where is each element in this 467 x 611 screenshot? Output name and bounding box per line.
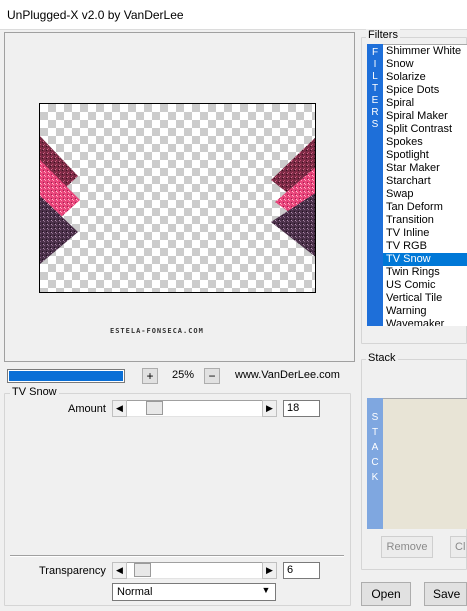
preview-canvas[interactable] xyxy=(39,103,316,293)
filter-item[interactable]: Spiral Maker xyxy=(383,110,467,123)
filter-item[interactable]: Warning xyxy=(383,305,467,318)
tab-letter: S xyxy=(371,412,379,423)
transparency-increase-arrow-icon[interactable]: ▶ xyxy=(262,562,277,579)
amount-label: Amount xyxy=(68,403,106,415)
remove-button[interactable]: Remove xyxy=(381,536,433,558)
blend-mode-value: Normal xyxy=(117,586,153,598)
website-link[interactable]: www.VanDerLee.com xyxy=(235,369,340,381)
tab-letter: K xyxy=(371,472,379,483)
transparency-slider[interactable]: ◀ ▶ xyxy=(112,562,277,579)
stack-tab[interactable]: STACK xyxy=(367,398,383,529)
amount-slider-thumb[interactable] xyxy=(145,401,163,415)
filter-item[interactable]: Starchart xyxy=(383,175,467,188)
amount-slider[interactable]: ◀ ▶ xyxy=(112,400,277,417)
filter-item[interactable]: Wavemaker xyxy=(383,318,467,326)
divider xyxy=(10,555,344,557)
tab-letter: E xyxy=(371,95,379,106)
filters-title: Filters xyxy=(366,29,400,41)
filter-item[interactable]: Vertical Tile xyxy=(383,292,467,305)
tab-letter: T xyxy=(371,427,379,438)
open-button[interactable]: Open xyxy=(361,582,411,606)
tab-letter: I xyxy=(373,59,377,70)
amount-decrease-arrow-icon[interactable]: ◀ xyxy=(112,400,127,417)
filter-item[interactable]: Tan Deform xyxy=(383,201,467,214)
tab-letter: A xyxy=(371,442,379,453)
filter-item[interactable]: Transition xyxy=(383,214,467,227)
transparency-decrease-arrow-icon[interactable]: ◀ xyxy=(112,562,127,579)
amount-increase-arrow-icon[interactable]: ▶ xyxy=(262,400,277,417)
filter-item[interactable]: Swap xyxy=(383,188,467,201)
chevron-down-icon[interactable]: ▼ xyxy=(259,585,273,595)
transparency-label: Transparency xyxy=(39,565,106,577)
credit-text: ESTELA-FONSECA.COM xyxy=(110,327,204,335)
zoom-in-button[interactable]: + xyxy=(142,368,158,384)
filter-item[interactable]: Spiral xyxy=(383,97,467,110)
zoom-value: 25% xyxy=(171,369,195,381)
preview-artwork xyxy=(40,136,315,264)
filter-item[interactable]: Shimmer White xyxy=(383,45,467,58)
title-bar: UnPlugged-X v2.0 by VanDerLee xyxy=(0,0,467,30)
tab-letter: T xyxy=(371,83,379,94)
tab-letter: F xyxy=(371,47,379,58)
effect-name: TV Snow xyxy=(10,386,59,398)
amount-input[interactable]: 18 xyxy=(283,400,320,417)
clear-button[interactable]: Cl xyxy=(450,536,467,558)
filter-item[interactable]: TV Inline xyxy=(383,227,467,240)
stack-title: Stack xyxy=(366,352,398,364)
transparency-input[interactable]: 6 xyxy=(283,562,320,579)
transparency-slider-thumb[interactable] xyxy=(134,563,152,577)
save-button[interactable]: Save xyxy=(424,582,467,606)
stack-tab-letters: STACK xyxy=(367,410,383,485)
filters-list[interactable]: Shimmer White Snow Solarize Spice Dots Spira… xyxy=(383,44,467,326)
zoom-out-button[interactable]: − xyxy=(204,368,220,384)
window-title: UnPlugged-X v2.0 by VanDerLee xyxy=(7,8,184,22)
tab-letter: R xyxy=(371,107,379,118)
progress-fill xyxy=(9,371,123,381)
filter-item[interactable]: Twin Rings xyxy=(383,266,467,279)
filters-tab-letters: FILTERS xyxy=(367,47,383,131)
tab-letter: S xyxy=(371,119,379,130)
filter-item[interactable]: Split Contrast xyxy=(383,123,467,136)
tab-letter: C xyxy=(371,457,379,468)
stack-list[interactable] xyxy=(383,398,467,529)
filter-item[interactable]: Spice Dots xyxy=(383,84,467,97)
filter-item[interactable]: TV RGB xyxy=(383,240,467,253)
filter-item[interactable]: TV Snow xyxy=(383,253,467,266)
filter-item[interactable]: Spotlight xyxy=(383,149,467,162)
filter-item[interactable]: Snow xyxy=(383,58,467,71)
tab-letter: L xyxy=(372,71,378,82)
filter-item[interactable]: Star Maker xyxy=(383,162,467,175)
filter-item[interactable]: Spokes xyxy=(383,136,467,149)
filters-tab[interactable]: FILTERS xyxy=(367,44,383,326)
filter-item[interactable]: Solarize xyxy=(383,71,467,84)
render-progress-bar xyxy=(7,369,125,383)
filter-item[interactable]: US Comic xyxy=(383,279,467,292)
blend-mode-select[interactable]: Normal ▼ xyxy=(112,583,276,601)
